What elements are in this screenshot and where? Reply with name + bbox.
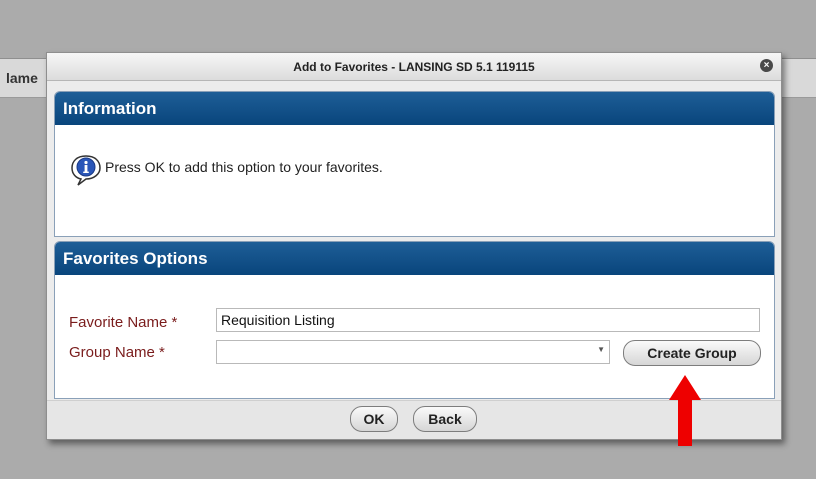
ok-button[interactable]: OK	[350, 406, 398, 432]
chevron-down-icon[interactable]: ▼	[597, 345, 605, 354]
information-heading: Information	[55, 92, 774, 125]
group-name-select[interactable]: ▼	[216, 340, 610, 364]
information-panel: Information Press OK to add this option …	[54, 91, 775, 237]
info-icon	[71, 155, 101, 186]
favorite-name-label: Favorite Name *	[69, 314, 178, 331]
dialog-title: Add to Favorites - LANSING SD 5.1 119115	[293, 60, 535, 74]
info-message-row: Press OK to add this option to your favo…	[69, 153, 383, 187]
background-column-label: lame	[6, 70, 38, 86]
favorite-name-input[interactable]: Requisition Listing	[216, 308, 760, 332]
dialog-titlebar[interactable]: Add to Favorites - LANSING SD 5.1 119115…	[47, 53, 781, 81]
favorites-options-panel: Favorites Options Favorite Name * Requis…	[54, 241, 775, 399]
favorites-options-heading: Favorites Options	[55, 242, 774, 275]
close-icon[interactable]: ×	[760, 59, 773, 72]
red-arrow-annotation	[669, 375, 701, 446]
info-message: Press OK to add this option to your favo…	[105, 159, 383, 175]
back-button[interactable]: Back	[413, 406, 477, 432]
group-name-label: Group Name *	[69, 344, 165, 361]
create-group-button[interactable]: Create Group	[623, 340, 761, 366]
